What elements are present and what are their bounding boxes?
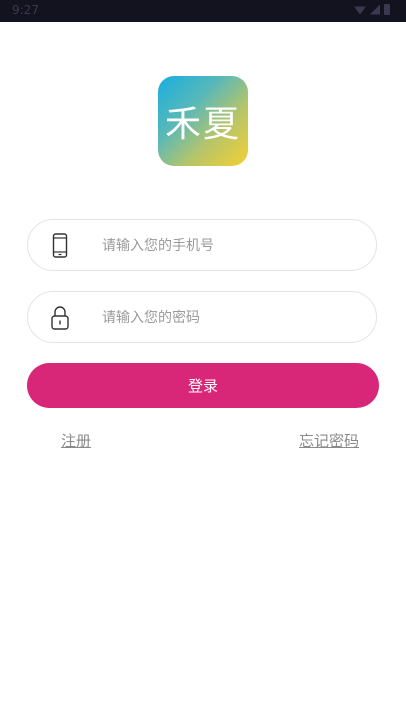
register-link[interactable]: 注册: [61, 430, 91, 451]
forgot-password-link[interactable]: 忘记密码: [299, 430, 359, 451]
signal-icon: [370, 4, 380, 15]
password-field[interactable]: [27, 291, 377, 343]
password-input[interactable]: [100, 304, 364, 332]
phone-input[interactable]: [100, 232, 364, 260]
logo-text: 禾夏: [164, 104, 241, 145]
phone-field[interactable]: [27, 219, 377, 271]
status-icons: [354, 4, 390, 15]
battery-icon: [384, 4, 390, 15]
phone-icon: [52, 233, 68, 258]
status-time: 9:27: [12, 3, 39, 17]
status-bar: 9:27: [0, 0, 406, 22]
app-logo: 禾夏: [158, 76, 248, 166]
wifi-icon: [354, 6, 366, 15]
login-button[interactable]: 登录: [27, 363, 379, 408]
lock-icon: [51, 306, 69, 330]
